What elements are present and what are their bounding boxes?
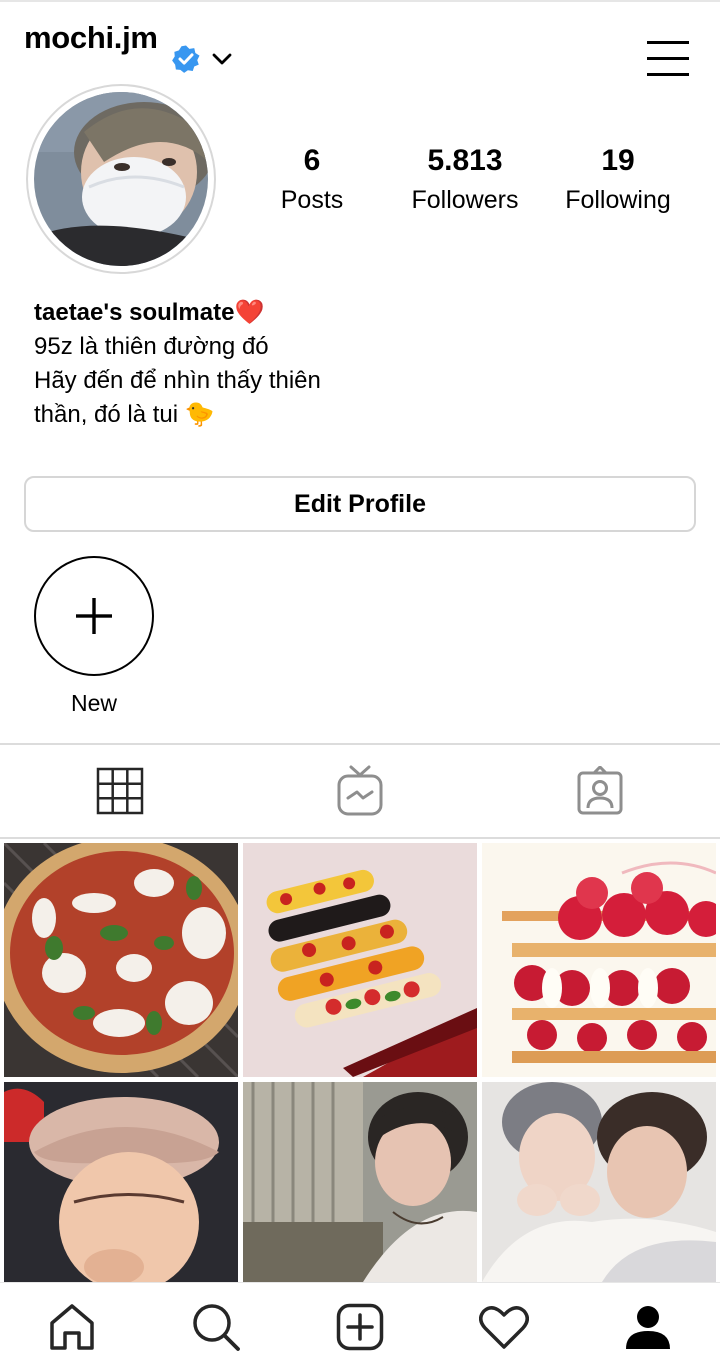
hamburger-menu-icon[interactable] (645, 40, 691, 78)
nav-profile[interactable] (576, 1283, 720, 1370)
home-icon (50, 1304, 94, 1350)
status-divider (0, 0, 720, 2)
nav-activity[interactable] (432, 1283, 576, 1370)
followers-count-value: 5.813 (427, 144, 503, 177)
mille-feuille-image (482, 843, 716, 1077)
following-count-value: 19 (601, 144, 635, 177)
followers-count[interactable]: 5.813 Followers (380, 142, 550, 220)
two-people-image (482, 1082, 716, 1282)
igtv-icon (337, 765, 383, 816)
heart-emoji: ❤️ (234, 299, 265, 326)
chick-emoji: 🐤 (184, 401, 215, 428)
new-post-icon (336, 1303, 384, 1351)
post-thumbnail[interactable] (243, 1082, 477, 1316)
plus-icon (76, 598, 112, 634)
post-thumbnail[interactable] (482, 843, 716, 1077)
bio-line-1: 95z là thiên đường đó (34, 333, 269, 360)
outdoor-photo-image (243, 1082, 477, 1282)
activity-heart-icon (479, 1306, 529, 1349)
tab-tagged[interactable] (480, 745, 720, 837)
eclairs-image (243, 843, 477, 1077)
tab-grid[interactable] (0, 745, 240, 837)
search-icon (193, 1304, 240, 1351)
verified-badge-icon (172, 45, 200, 73)
avatar-image (34, 92, 208, 266)
chevron-down-icon[interactable] (210, 47, 234, 71)
post-thumbnail[interactable] (4, 1082, 238, 1316)
posts-count: 6 Posts (227, 142, 397, 220)
tab-igtv[interactable] (240, 745, 480, 837)
following-count-label: Following (565, 186, 671, 214)
new-highlight-label: New (70, 690, 117, 716)
display-name: taetae's soulmate (34, 299, 235, 326)
post-thumbnail[interactable] (4, 843, 238, 1077)
nav-search[interactable] (144, 1283, 288, 1370)
profile-tabs (0, 743, 720, 839)
bio-line-2: Hãy đến để nhìn thấy thiên (34, 367, 321, 394)
pizza-image (4, 843, 238, 1077)
post-thumbnail[interactable] (243, 843, 477, 1077)
profile-icon (626, 1306, 670, 1349)
following-count[interactable]: 19 Following (533, 142, 703, 220)
avatar[interactable] (34, 92, 208, 266)
nav-new-post[interactable] (288, 1283, 432, 1370)
beret-photo-image (4, 1082, 238, 1292)
posts-count-label: Posts (280, 186, 344, 214)
bio-line-3: thần, đó là tui (34, 401, 179, 428)
edit-profile-button[interactable]: Edit Profile (24, 476, 696, 532)
profile-bio: taetae's soulmate❤️ 95z là thiên đường đ… (34, 296, 694, 432)
new-highlight-button[interactable] (34, 556, 154, 676)
tagged-icon (577, 766, 623, 815)
grid-icon (96, 767, 144, 815)
profile-username[interactable]: mochi.jm (24, 20, 158, 56)
bottom-navigation (0, 1282, 720, 1370)
nav-home[interactable] (0, 1283, 144, 1370)
posts-count-value: 6 (303, 144, 321, 177)
post-thumbnail[interactable] (482, 1082, 716, 1316)
followers-count-label: Followers (411, 186, 519, 214)
